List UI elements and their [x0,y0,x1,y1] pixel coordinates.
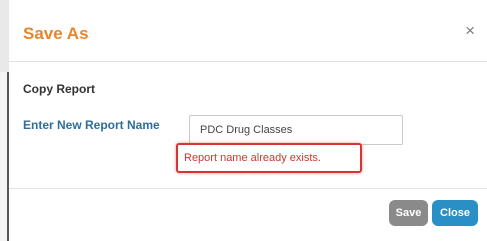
dialog-title: Save As [23,24,89,43]
report-name-input[interactable] [189,115,403,145]
background-page-header-edge [0,0,9,72]
close-icon[interactable]: × [465,22,475,39]
save-as-dialog: Save As × Copy Report Enter New Report N… [9,0,487,241]
error-message: Report name already exists. [184,152,321,164]
section-title: Copy Report [23,82,95,96]
save-button[interactable]: Save [389,200,428,226]
report-name-label: Enter New Report Name [23,118,160,132]
background-page-edge [0,0,9,241]
footer-divider [9,188,487,189]
close-button[interactable]: Close [432,200,478,226]
dialog-header: Save As × [9,0,487,62]
